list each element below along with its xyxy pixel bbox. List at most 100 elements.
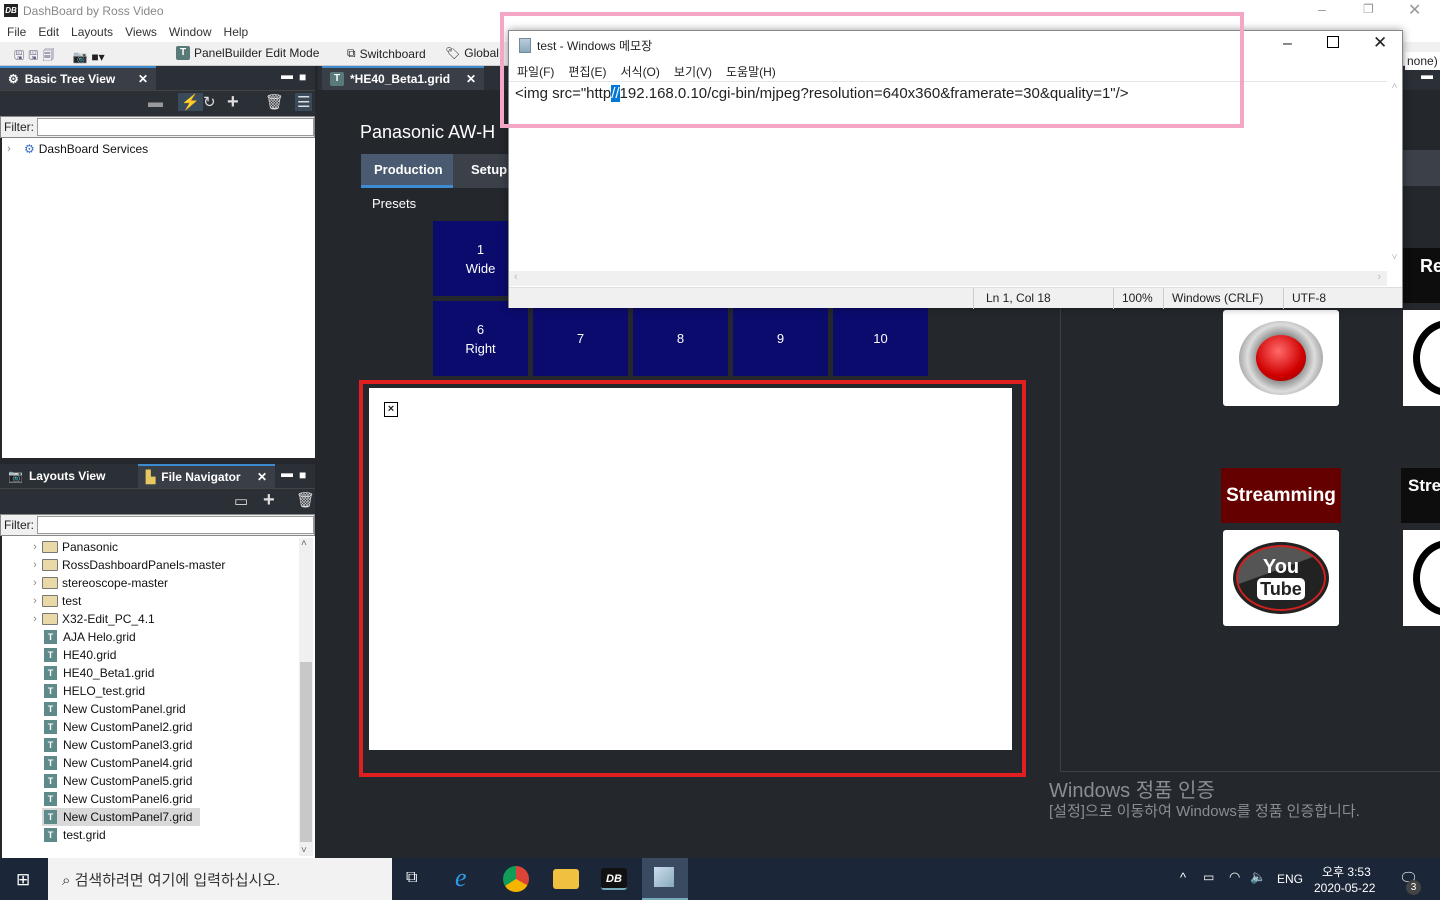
taskbar-search[interactable]: ⌕ 검색하려면 여기에 입력하십시오. bbox=[48, 858, 392, 900]
file-item[interactable]: T New CustomPanel2.grid bbox=[42, 718, 200, 736]
item-label: HE40_Beta1.grid bbox=[63, 666, 155, 680]
battery-icon[interactable]: ▭ bbox=[1203, 870, 1214, 884]
chevron-right-icon[interactable]: › bbox=[28, 541, 42, 553]
record-button[interactable] bbox=[1223, 310, 1339, 406]
menu-views[interactable]: Views bbox=[118, 22, 162, 39]
folder-item[interactable]: › X32-Edit_PC_4.1 bbox=[28, 610, 315, 628]
volume-icon[interactable]: 🔈 bbox=[1250, 869, 1266, 885]
scrollbar-thumb[interactable] bbox=[300, 662, 312, 842]
file-item[interactable]: T HE40.grid bbox=[42, 646, 200, 664]
camera-icon[interactable]: 📷 bbox=[72, 50, 87, 64]
minimize-icon[interactable]: – bbox=[1318, 1, 1326, 17]
close-icon[interactable]: ✕ bbox=[466, 72, 476, 86]
maximize-icon[interactable] bbox=[1327, 36, 1339, 48]
menu-file[interactable]: File bbox=[0, 22, 31, 39]
chevron-right-icon[interactable]: › bbox=[28, 595, 42, 607]
minimize-pane-icon[interactable]: ▬ bbox=[1421, 68, 1433, 82]
new-folder-icon[interactable]: ▬ bbox=[148, 94, 163, 111]
new-file-icon[interactable]: ▭ bbox=[234, 492, 248, 510]
tree-item-dashboard-services[interactable]: › ⚙ DashBoard Services bbox=[2, 140, 315, 158]
file-item[interactable]: T New CustomPanel.grid bbox=[42, 700, 200, 718]
clock-time[interactable]: 오후 3:53 bbox=[1322, 863, 1371, 880]
folder-item[interactable]: › test bbox=[28, 592, 315, 610]
trash-icon[interactable]: 🗑 bbox=[296, 491, 315, 509]
folder-icon[interactable]: ■▾ bbox=[91, 50, 104, 64]
minimize-pane-icon[interactable]: ▬ bbox=[281, 466, 293, 480]
language-indicator[interactable]: ENG bbox=[1277, 872, 1303, 886]
chevron-right-icon[interactable]: › bbox=[28, 577, 42, 589]
windows-start-icon[interactable]: ⊞ bbox=[16, 870, 30, 890]
add-icon[interactable]: + bbox=[263, 489, 275, 512]
save-all-icon[interactable]: 🗐 bbox=[42, 46, 54, 67]
vertical-scrollbar[interactable]: ˄ ˅ bbox=[1387, 81, 1402, 271]
minimize-icon[interactable]: – bbox=[1283, 35, 1292, 53]
tab-he40-beta1[interactable]: T *HE40_Beta1.grid ✕ bbox=[322, 66, 484, 90]
file-explorer-icon[interactable] bbox=[553, 869, 579, 889]
maximize-pane-icon[interactable]: ■ bbox=[299, 70, 306, 84]
restore-icon[interactable]: ❐ bbox=[1363, 2, 1374, 16]
preset-button-8[interactable]: 8 bbox=[633, 301, 728, 376]
refresh-icon[interactable]: ↻ bbox=[203, 93, 216, 111]
task-view-icon[interactable]: ⧉ bbox=[406, 869, 417, 887]
close-icon[interactable]: ✕ bbox=[1408, 0, 1421, 20]
file-item[interactable]: T New CustomPanel3.grid bbox=[42, 736, 200, 754]
horizontal-scrollbar[interactable]: ‹ › bbox=[509, 271, 1387, 286]
tab-file-navigator[interactable]: ▙ File Navigator ✕ bbox=[138, 464, 275, 488]
file-item[interactable]: T AJA Helo.grid bbox=[42, 628, 200, 646]
tab-setup[interactable]: Setup bbox=[459, 154, 507, 188]
save-as-icon[interactable]: 🖫 bbox=[28, 46, 38, 67]
menu-window[interactable]: Window bbox=[162, 22, 217, 39]
record-button-partial[interactable] bbox=[1403, 310, 1440, 406]
menu-help[interactable]: Help bbox=[217, 22, 254, 39]
preset-button-9[interactable]: 9 bbox=[733, 301, 828, 376]
youtube-button[interactable]: You Tube bbox=[1223, 530, 1339, 626]
close-icon[interactable]: ✕ bbox=[138, 72, 148, 86]
switchboard-button[interactable]: ⧉ Switchboard bbox=[347, 46, 426, 61]
menu-edit[interactable]: Edit bbox=[31, 22, 64, 39]
file-item[interactable]: Ttest.grid bbox=[42, 826, 200, 844]
close-icon[interactable]: ✕ bbox=[257, 470, 267, 484]
panelbuilder-button[interactable]: T PanelBuilder Edit Mode bbox=[176, 46, 319, 60]
tab-production[interactable]: Production bbox=[361, 154, 453, 188]
preset-button-6[interactable]: 6 Right bbox=[433, 301, 528, 376]
file-item[interactable]: T HELO_test.grid bbox=[42, 682, 200, 700]
tree-filter-input[interactable] bbox=[37, 118, 314, 136]
chevron-right-icon[interactable]: › bbox=[28, 613, 42, 625]
file-item[interactable]: T New CustomPanel5.grid bbox=[42, 772, 200, 790]
file-item[interactable]: T New CustomPanel4.grid bbox=[42, 754, 200, 772]
file-list-scrollbar[interactable]: ˄ ˅ bbox=[299, 538, 313, 856]
clock-date[interactable]: 2020-05-22 bbox=[1314, 881, 1375, 895]
minimize-pane-icon[interactable]: ▬ bbox=[281, 68, 293, 82]
trash-icon[interactable]: 🗑 bbox=[265, 93, 284, 111]
scroll-down-icon[interactable]: ˅ bbox=[301, 845, 307, 856]
filter-icon[interactable]: ⚡ bbox=[178, 93, 203, 111]
file-item[interactable]: T New CustomPanel7.grid bbox=[42, 808, 200, 826]
file-item[interactable]: T New CustomPanel6.grid bbox=[42, 790, 200, 808]
scroll-up-icon[interactable]: ˄ bbox=[301, 538, 307, 549]
dashboard-taskbar-icon[interactable]: DB bbox=[601, 868, 627, 890]
tab-layouts-view[interactable]: 📷 Layouts View bbox=[0, 464, 113, 488]
internet-explorer-icon[interactable]: e bbox=[455, 863, 467, 893]
chevron-right-icon[interactable]: › bbox=[2, 143, 16, 155]
wifi-icon[interactable]: ◠ bbox=[1229, 869, 1240, 885]
menu-layouts[interactable]: Layouts bbox=[64, 22, 118, 39]
list-icon[interactable]: ☰ bbox=[295, 93, 313, 111]
file-item[interactable]: T HE40_Beta1.grid bbox=[42, 664, 200, 682]
chevron-right-icon[interactable]: › bbox=[28, 559, 42, 571]
global-button[interactable]: 🏷 Global bbox=[445, 46, 499, 60]
chrome-icon[interactable] bbox=[503, 866, 529, 892]
maximize-pane-icon[interactable]: ■ bbox=[299, 468, 306, 482]
preset-button-10[interactable]: 10 bbox=[833, 301, 928, 376]
close-icon[interactable]: ✕ bbox=[1373, 33, 1387, 53]
folder-item[interactable]: › stereoscope-master bbox=[28, 574, 315, 592]
folder-item[interactable]: › RossDashboardPanels-master bbox=[28, 556, 315, 574]
add-icon[interactable]: + bbox=[227, 91, 239, 114]
tab-basic-tree-view[interactable]: ⚙ Basic Tree View ✕ bbox=[0, 66, 156, 90]
notepad-taskbar-icon[interactable] bbox=[642, 858, 688, 900]
folder-item[interactable]: › Panasonic bbox=[28, 538, 315, 556]
file-filter-input[interactable] bbox=[37, 516, 314, 534]
tray-chevron-icon[interactable]: ^ bbox=[1180, 870, 1186, 885]
save-icon[interactable]: 🖫 bbox=[14, 46, 24, 67]
stream-button-partial[interactable] bbox=[1403, 530, 1440, 626]
preset-button-7[interactable]: 7 bbox=[533, 301, 628, 376]
